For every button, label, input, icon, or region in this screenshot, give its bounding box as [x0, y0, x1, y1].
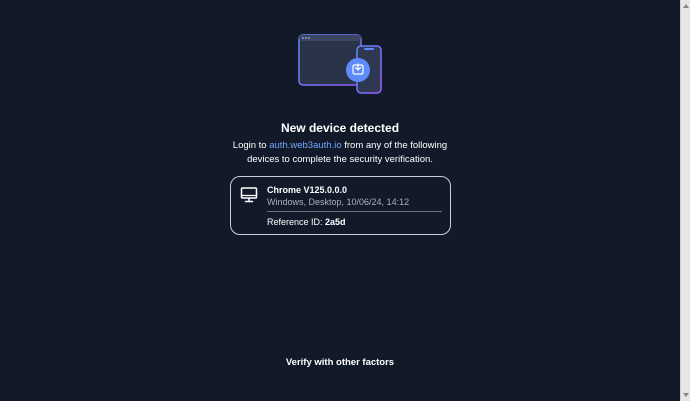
- instruction-text: Login to auth.web3auth.io from any of th…: [230, 139, 450, 167]
- reference-id: Reference ID: 2a5d: [267, 217, 346, 227]
- reference-label: Reference ID:: [267, 217, 326, 227]
- verify-other-factors-button[interactable]: Verify with other factors: [0, 357, 680, 368]
- divider: [267, 211, 442, 212]
- device-sync-illustration: [298, 34, 382, 94]
- scroll-up-arrow-icon[interactable]: [683, 4, 689, 8]
- reference-value: 2a5d: [325, 217, 346, 227]
- device-info: Windows, Desktop, 10/06/24, 14:12: [267, 197, 410, 207]
- auth-domain-link[interactable]: auth.web3auth.io: [269, 140, 341, 151]
- instruction-prefix: Login to: [232, 140, 270, 151]
- device-card: Chrome V125.0.0.0 Windows, Desktop, 10/0…: [230, 176, 451, 235]
- page-root: New device detected Login to auth.web3au…: [0, 0, 690, 401]
- scroll-down-arrow-icon[interactable]: [683, 393, 689, 397]
- device-name: Chrome V125.0.0.0: [267, 185, 348, 195]
- desktop-monitor-icon: [240, 187, 258, 203]
- page-title: New device detected: [280, 121, 400, 135]
- vertical-scrollbar[interactable]: [680, 0, 690, 401]
